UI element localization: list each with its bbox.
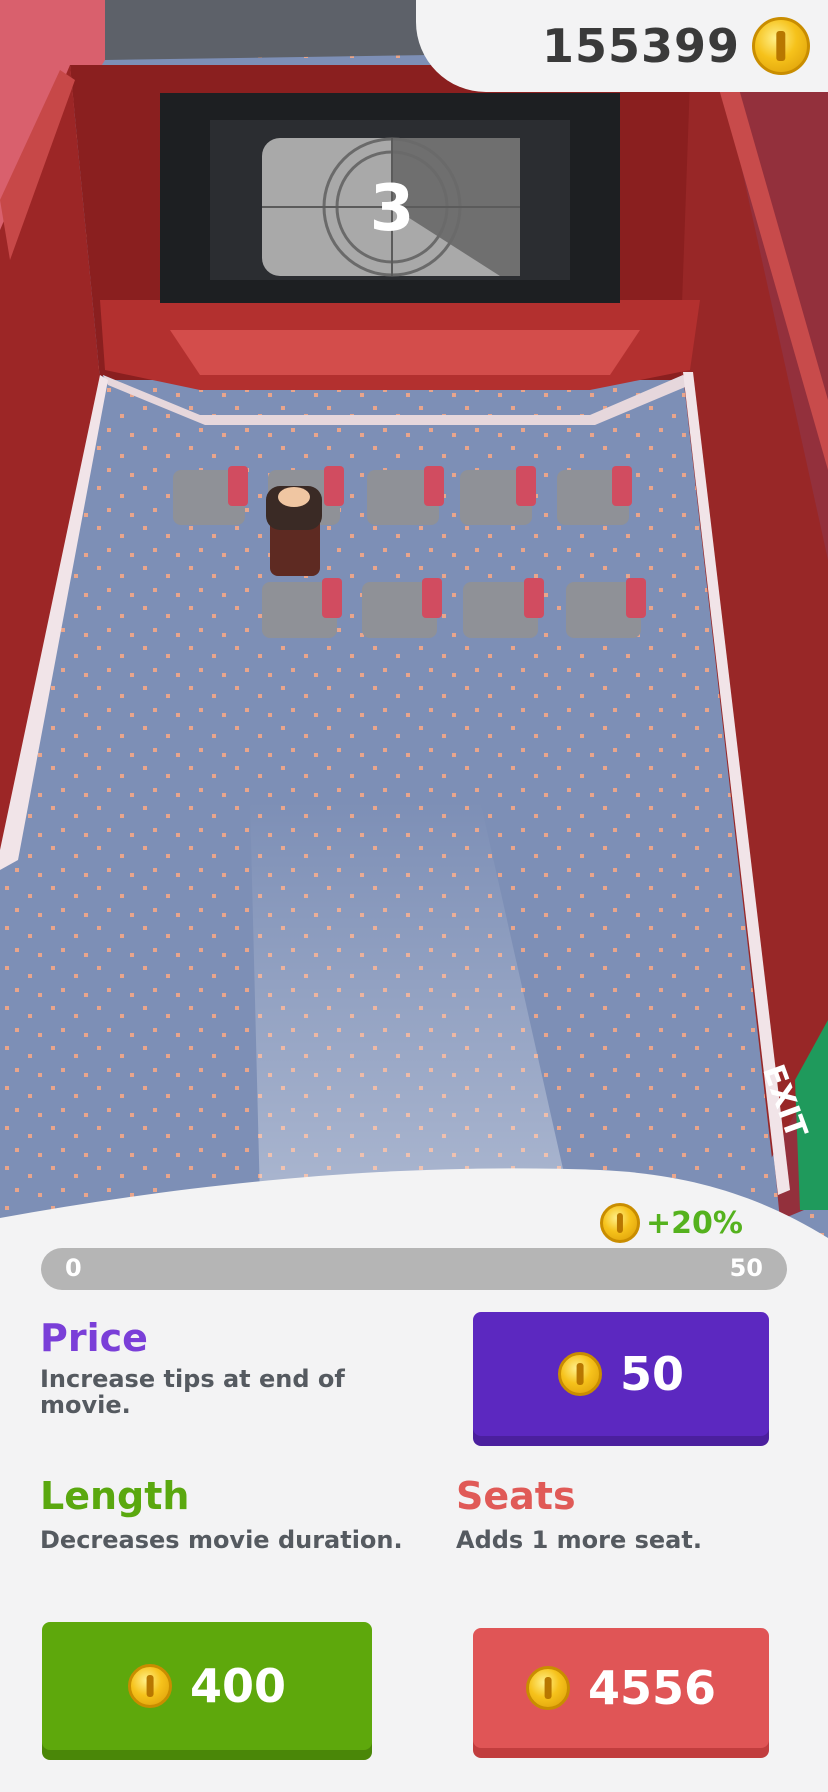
upgrade-progress-bar: 0 50 <box>41 1248 787 1290</box>
length-description: Decreases movie duration. <box>40 1526 403 1554</box>
progress-max: 50 <box>729 1254 763 1282</box>
tip-bonus-value: +20% <box>646 1205 743 1241</box>
price-description: Increase tips at end of movie. <box>40 1365 345 1419</box>
seats-description: Adds 1 more seat. <box>456 1526 702 1554</box>
coin-counter: 155399 <box>416 0 828 92</box>
coin-icon <box>600 1203 640 1243</box>
price-title: Price <box>40 1316 148 1360</box>
seats-upgrade-button[interactable]: 4556 <box>473 1628 769 1748</box>
coin-icon <box>752 17 810 75</box>
length-title: Length <box>40 1474 190 1518</box>
tip-bonus: +20% <box>600 1203 743 1243</box>
coin-balance: 155399 <box>541 19 740 73</box>
coin-icon <box>525 1666 570 1710</box>
progress-min: 0 <box>65 1254 82 1282</box>
coin-icon <box>557 1352 602 1396</box>
length-upgrade-cost: 400 <box>189 1659 287 1713</box>
price-upgrade-cost: 50 <box>619 1347 684 1401</box>
seats-title: Seats <box>456 1474 576 1518</box>
price-upgrade-button[interactable]: 50 <box>473 1312 769 1436</box>
seats-upgrade-cost: 4556 <box>587 1661 717 1715</box>
coin-icon <box>127 1664 172 1708</box>
length-upgrade-button[interactable]: 400 <box>42 1622 372 1750</box>
countdown-number: 3 <box>369 172 415 246</box>
